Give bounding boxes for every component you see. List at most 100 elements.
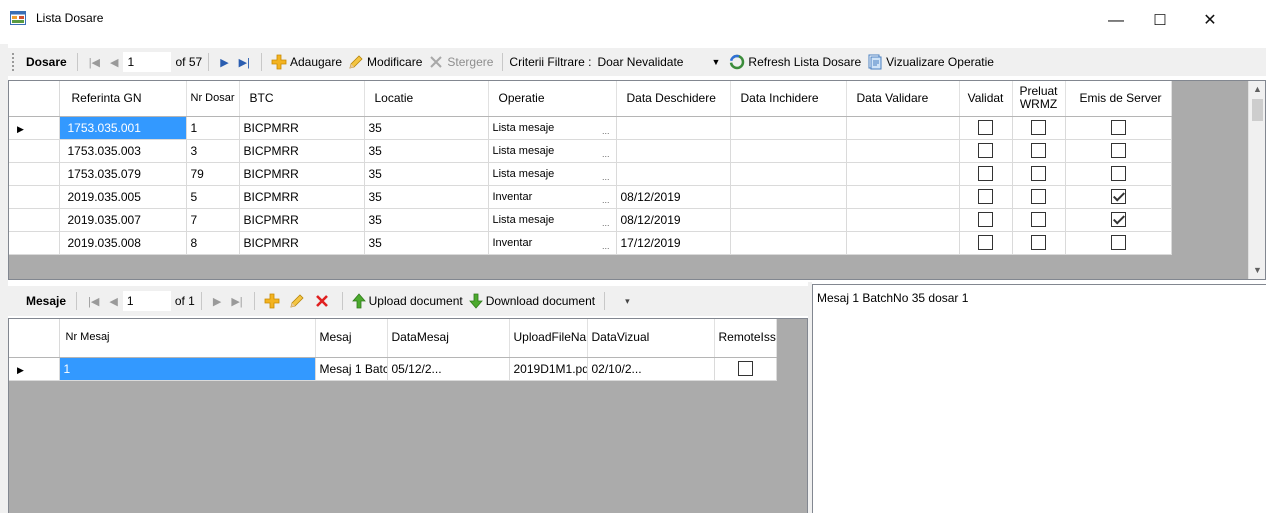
operatie-cell[interactable]: Inventar... [488,185,617,209]
nr-mesaj-cell[interactable]: 1 [59,357,316,381]
checkbox[interactable] [1031,143,1046,159]
datamesaj-cell[interactable]: 05/12/2... [387,357,510,381]
data-deschidere-cell[interactable] [616,162,731,186]
minimize-button[interactable]: — [1096,8,1136,34]
move-first-icon[interactable]: |◀ [84,56,105,69]
add-dosar-button[interactable]: Adaugare [268,54,345,70]
checkbox[interactable] [978,212,993,228]
data-deschidere-cell[interactable]: 17/12/2019 [616,231,731,255]
table-row[interactable]: 2019.035.005 5 BICPMRR 35 Inventar... 08/12/2… [9,185,1172,209]
toolbar-grip[interactable] [12,53,18,71]
view-operation-button[interactable]: Vizualizare Operatie [864,54,997,70]
column-header-data-validare[interactable]: Data Validare [846,81,960,117]
data-deschidere-cell[interactable]: 08/12/2019 [616,185,731,209]
checkbox[interactable] [1031,189,1046,205]
operatie-cell[interactable]: Lista mesaje... [488,208,617,232]
delete-mesaj-button[interactable] [311,293,336,309]
data-inchidere-cell[interactable] [730,208,847,232]
delete-dosar-button[interactable]: Stergere [425,54,496,70]
download-document-button[interactable]: Download document [466,293,598,309]
table-row[interactable]: 1753.035.079 79 BICPMRR 35 Lista mesaje... [9,162,1172,186]
data-deschidere-cell[interactable] [616,116,731,140]
referinta-cell[interactable]: 1753.035.003 [59,139,187,163]
move-first-icon[interactable]: |◀ [83,295,104,308]
ellipsis-button[interactable]: ... [602,241,610,251]
dosare-position-input[interactable] [123,52,172,72]
btc-cell[interactable]: BICPMRR [239,162,365,186]
ellipsis-button[interactable]: ... [602,218,610,228]
table-row[interactable]: 2019.035.008 8 BICPMRR 35 Inventar... 17/12/2… [9,231,1172,255]
btc-cell[interactable]: BICPMRR [239,208,365,232]
row-header[interactable]: ▶ [9,116,60,140]
edit-mesaj-button[interactable] [286,293,311,309]
data-validare-cell[interactable] [846,162,960,186]
data-validare-cell[interactable] [846,208,960,232]
referinta-cell[interactable]: 1753.035.001 [59,116,187,140]
locatie-cell[interactable]: 35 [364,116,489,140]
mesaj-cell[interactable]: Mesaj 1 BatchNo 35 dosar 1 [315,357,388,381]
checkbox[interactable] [978,235,993,251]
row-header[interactable]: ▶ [9,357,60,381]
scroll-up-icon[interactable]: ▲ [1249,81,1265,98]
checkbox[interactable] [1110,212,1126,228]
data-validare-cell[interactable] [846,139,960,163]
ellipsis-button[interactable]: ... [602,172,610,182]
data-deschidere-cell[interactable]: 08/12/2019 [616,208,731,232]
column-header-locatie[interactable]: Locatie [364,81,489,117]
add-mesaj-button[interactable] [261,293,286,309]
column-header-emis-de-server[interactable]: Emis de Server [1065,81,1172,117]
operatie-cell[interactable]: Lista mesaje... [488,116,617,140]
column-header-datamesaj[interactable]: DataMesaj [387,319,510,358]
move-previous-icon[interactable]: ◀ [104,295,122,308]
data-deschidere-cell[interactable] [616,139,731,163]
move-next-icon[interactable]: ▶ [215,56,233,69]
btc-cell[interactable]: BICPMRR [239,116,365,140]
row-header[interactable] [9,162,60,186]
locatie-cell[interactable]: 35 [364,139,489,163]
column-header-operatie[interactable]: Operatie [488,81,617,117]
data-validare-cell[interactable] [846,231,960,255]
column-header-nr-dosar[interactable]: Nr Dosar [186,81,240,117]
checkbox[interactable] [978,166,993,182]
referinta-cell[interactable]: 2019.035.007 [59,208,187,232]
column-header-mesaj[interactable]: Mesaj [315,319,388,358]
checkbox[interactable] [1110,189,1126,205]
uploadfilename-cell[interactable]: 2019D1M1.pdf [509,357,588,381]
data-validare-cell[interactable] [846,185,960,209]
ellipsis-button[interactable]: ... [602,126,610,136]
table-row[interactable]: ▶ 1Mesaj 1 BatchNo 35 dosar 105/12/2...20… [9,357,777,381]
operatie-cell[interactable]: Lista mesaje... [488,162,617,186]
nr-dosar-cell[interactable]: 8 [186,231,240,255]
data-validare-cell[interactable] [846,116,960,140]
operatie-cell[interactable]: Inventar... [488,231,617,255]
checkbox[interactable] [1110,235,1126,251]
column-header-validat[interactable]: Validat [959,81,1013,117]
column-header-preluat-wrmz[interactable]: Preluat WRMZ [1012,81,1066,117]
close-button[interactable]: ✕ [1190,8,1230,34]
data-inchidere-cell[interactable] [730,139,847,163]
ellipsis-button[interactable]: ... [602,149,610,159]
checkbox[interactable] [978,143,993,159]
checkbox[interactable] [1110,120,1126,136]
datavizual-cell[interactable]: 02/10/2... [587,357,715,381]
mesaje-grid[interactable]: Nr Mesaj Mesaj DataMesaj UploadFileName … [8,318,808,513]
upload-document-button[interactable]: Upload document [349,293,466,309]
column-header-remoteissued[interactable]: RemoteIssued [714,319,777,358]
data-inchidere-cell[interactable] [730,162,847,186]
mesaje-position-input[interactable] [122,291,171,311]
referinta-cell[interactable]: 2019.035.005 [59,185,187,209]
move-next-icon[interactable]: ▶ [208,295,226,308]
refresh-button[interactable]: Refresh Lista Dosare [726,54,864,70]
referinta-cell[interactable]: 1753.035.079 [59,162,187,186]
column-header-data-deschidere[interactable]: Data Deschidere [616,81,731,117]
referinta-cell[interactable]: 2019.035.008 [59,231,187,255]
locatie-cell[interactable]: 35 [364,231,489,255]
table-row[interactable]: 1753.035.003 3 BICPMRR 35 Lista mesaje... [9,139,1172,163]
row-header[interactable] [9,231,60,255]
locatie-cell[interactable]: 35 [364,185,489,209]
operatie-cell[interactable]: Lista mesaje... [488,139,617,163]
checkbox[interactable] [1031,212,1046,228]
checkbox[interactable] [1031,235,1046,251]
checkbox[interactable] [1031,166,1046,182]
move-previous-icon[interactable]: ◀ [105,56,123,69]
